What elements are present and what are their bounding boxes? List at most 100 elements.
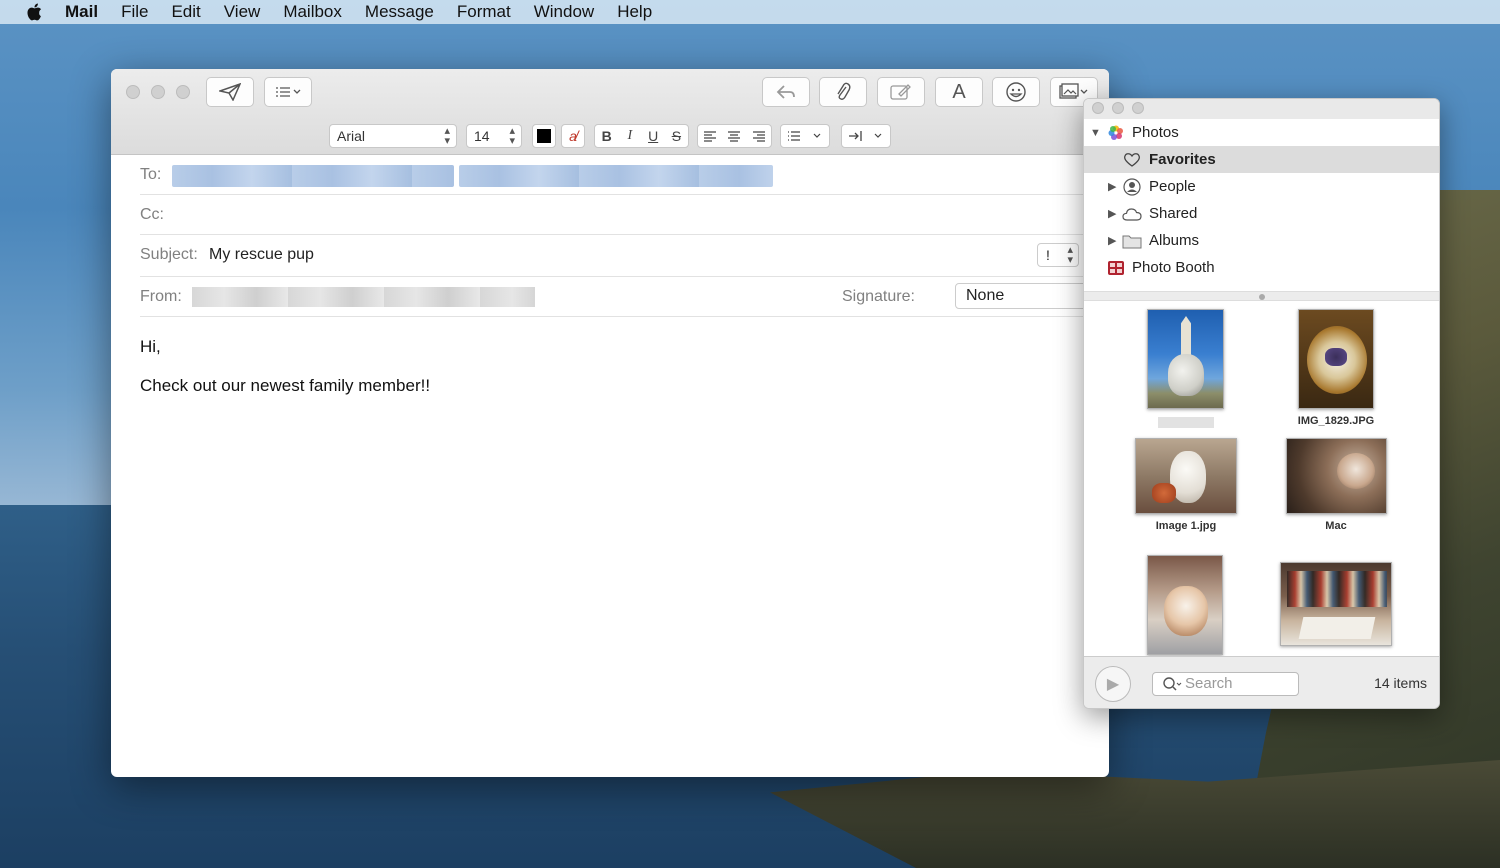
menu-file[interactable]: File: [121, 2, 148, 22]
bulleted-list-chevron-icon: [788, 131, 821, 141]
subject-value[interactable]: My rescue pup: [209, 246, 314, 264]
item-count: 14 items: [1374, 675, 1427, 691]
close-button[interactable]: [126, 85, 140, 99]
sidebar-item-people[interactable]: ▶ People: [1084, 173, 1439, 200]
photo-thumbnail[interactable]: [1298, 309, 1374, 409]
sidebar-item-label: Photos: [1132, 124, 1179, 141]
italic-button[interactable]: I: [618, 125, 641, 147]
cc-field[interactable]: Cc:: [140, 195, 1109, 235]
format-button[interactable]: A: [935, 77, 983, 107]
recipient-token[interactable]: [459, 165, 773, 187]
align-center-icon: [728, 131, 741, 142]
menu-mailbox[interactable]: Mailbox: [283, 2, 342, 22]
priority-select[interactable]: ! ▴ ▾: [1037, 243, 1079, 267]
message-body-line[interactable]: Hi,: [140, 337, 161, 357]
close-button[interactable]: [1092, 102, 1104, 114]
paper-plane-icon: [219, 83, 241, 101]
markup-button[interactable]: [877, 77, 925, 107]
align-left-button[interactable]: [698, 125, 722, 147]
photo-browser-footer: ▶ Search 14 items: [1084, 656, 1439, 708]
priority-value: !: [1046, 247, 1050, 263]
font-size-value: 14: [474, 128, 490, 144]
reply-button[interactable]: [762, 77, 810, 107]
photo-thumbnail[interactable]: [1280, 562, 1392, 646]
folder-icon: [1122, 231, 1142, 251]
menu-view[interactable]: View: [224, 2, 261, 22]
menu-edit[interactable]: Edit: [171, 2, 200, 22]
photo-thumbnail[interactable]: [1147, 309, 1224, 409]
photo-thumbnail[interactable]: [1286, 438, 1387, 514]
underline-button[interactable]: U: [642, 125, 665, 147]
bold-button[interactable]: B: [595, 125, 618, 147]
photos-app-icon: [1106, 123, 1126, 143]
slideshow-button[interactable]: ▶: [1095, 666, 1131, 702]
menu-message[interactable]: Message: [365, 2, 434, 22]
menu-help[interactable]: Help: [617, 2, 652, 22]
search-placeholder: Search: [1185, 675, 1233, 692]
paperclip-icon: [837, 82, 851, 100]
emoji-button[interactable]: [992, 77, 1040, 107]
from-account-select[interactable]: [192, 287, 535, 307]
attach-button[interactable]: [819, 77, 867, 107]
list-button[interactable]: [780, 124, 830, 148]
sidebar-item-photo-booth[interactable]: Photo Booth: [1084, 254, 1439, 281]
align-center-button[interactable]: [722, 125, 746, 147]
photo-booth-icon: [1106, 258, 1126, 278]
indent-button[interactable]: [841, 124, 891, 148]
text-color-button[interactable]: [532, 124, 556, 148]
subject-label: Subject:: [140, 246, 198, 263]
photo-search-field[interactable]: Search: [1152, 672, 1299, 696]
list-chevron-icon: [276, 87, 301, 97]
background-color-button[interactable]: a̸: [561, 124, 585, 148]
markup-icon: [890, 84, 911, 100]
table-shape: [1298, 617, 1376, 639]
sidebar-item-favorites[interactable]: Favorites: [1084, 146, 1439, 173]
sidebar-item-photos[interactable]: ▼ Photos: [1084, 119, 1439, 146]
apple-logo-icon[interactable]: [26, 3, 43, 21]
split-view-divider[interactable]: [1084, 291, 1439, 301]
photo-caption: IMG_1829.JPG: [1297, 415, 1375, 427]
header-fields-button[interactable]: [264, 77, 312, 107]
sidebar-item-label: Favorites: [1149, 151, 1216, 168]
text-style-group: B I U S: [594, 124, 689, 148]
kitten-shape: [1164, 586, 1208, 636]
sidebar-item-label: Shared: [1149, 205, 1198, 222]
signature-value: None: [966, 287, 1005, 304]
menu-format[interactable]: Format: [457, 2, 511, 22]
menu-window[interactable]: Window: [534, 2, 594, 22]
menu-bar: Mail File Edit View Mailbox Message Form…: [0, 0, 1500, 24]
compose-window: A Arial ▴ ▾ 14 ▴ ▾ a̸ B I U S To: Cc: Su…: [111, 69, 1109, 777]
photo-thumbnail[interactable]: [1147, 555, 1223, 655]
minimize-button[interactable]: [1112, 102, 1124, 114]
strikethrough-button[interactable]: S: [665, 125, 688, 147]
dog-shape: [1168, 354, 1204, 396]
send-button[interactable]: [206, 77, 254, 107]
font-size-select[interactable]: 14 ▴ ▾: [466, 124, 522, 148]
cc-label: Cc:: [140, 206, 164, 223]
toy-shape: [1152, 483, 1176, 503]
photo-grid: IMG_1829.JPG Image 1.jpg Mac: [1084, 301, 1439, 656]
font-family-select[interactable]: Arial ▴ ▾: [329, 124, 457, 148]
zoom-button[interactable]: [176, 85, 190, 99]
letter-a-icon: A: [952, 80, 966, 103]
zoom-button[interactable]: [1132, 102, 1144, 114]
photo-caption: Image 1.jpg: [1155, 520, 1217, 532]
sidebar-item-label: Albums: [1149, 232, 1200, 249]
subject-field[interactable]: Subject: My rescue pup ! ▴ ▾: [140, 235, 1109, 277]
minimize-button[interactable]: [151, 85, 165, 99]
photo-thumbnail[interactable]: [1135, 438, 1237, 514]
menu-mail[interactable]: Mail: [65, 2, 98, 22]
recipient-token[interactable]: [172, 165, 454, 187]
sidebar-item-albums[interactable]: ▶ Albums: [1084, 227, 1439, 254]
align-right-button[interactable]: [747, 125, 771, 147]
from-label: From:: [140, 288, 182, 305]
message-body-line[interactable]: Check out our newest family member!!: [140, 376, 430, 396]
sidebar-item-shared[interactable]: ▶ Shared: [1084, 200, 1439, 227]
disclosure-collapsed-icon: ▶: [1108, 208, 1117, 220]
sidebar-item-label: People: [1149, 178, 1196, 195]
stepper-icon: ▴▾: [1067, 244, 1073, 266]
stepper-icon: ▴▾: [509, 125, 515, 147]
search-icon: [1161, 673, 1183, 701]
font-family-value: Arial: [337, 128, 366, 144]
to-field[interactable]: To:: [140, 155, 1109, 195]
